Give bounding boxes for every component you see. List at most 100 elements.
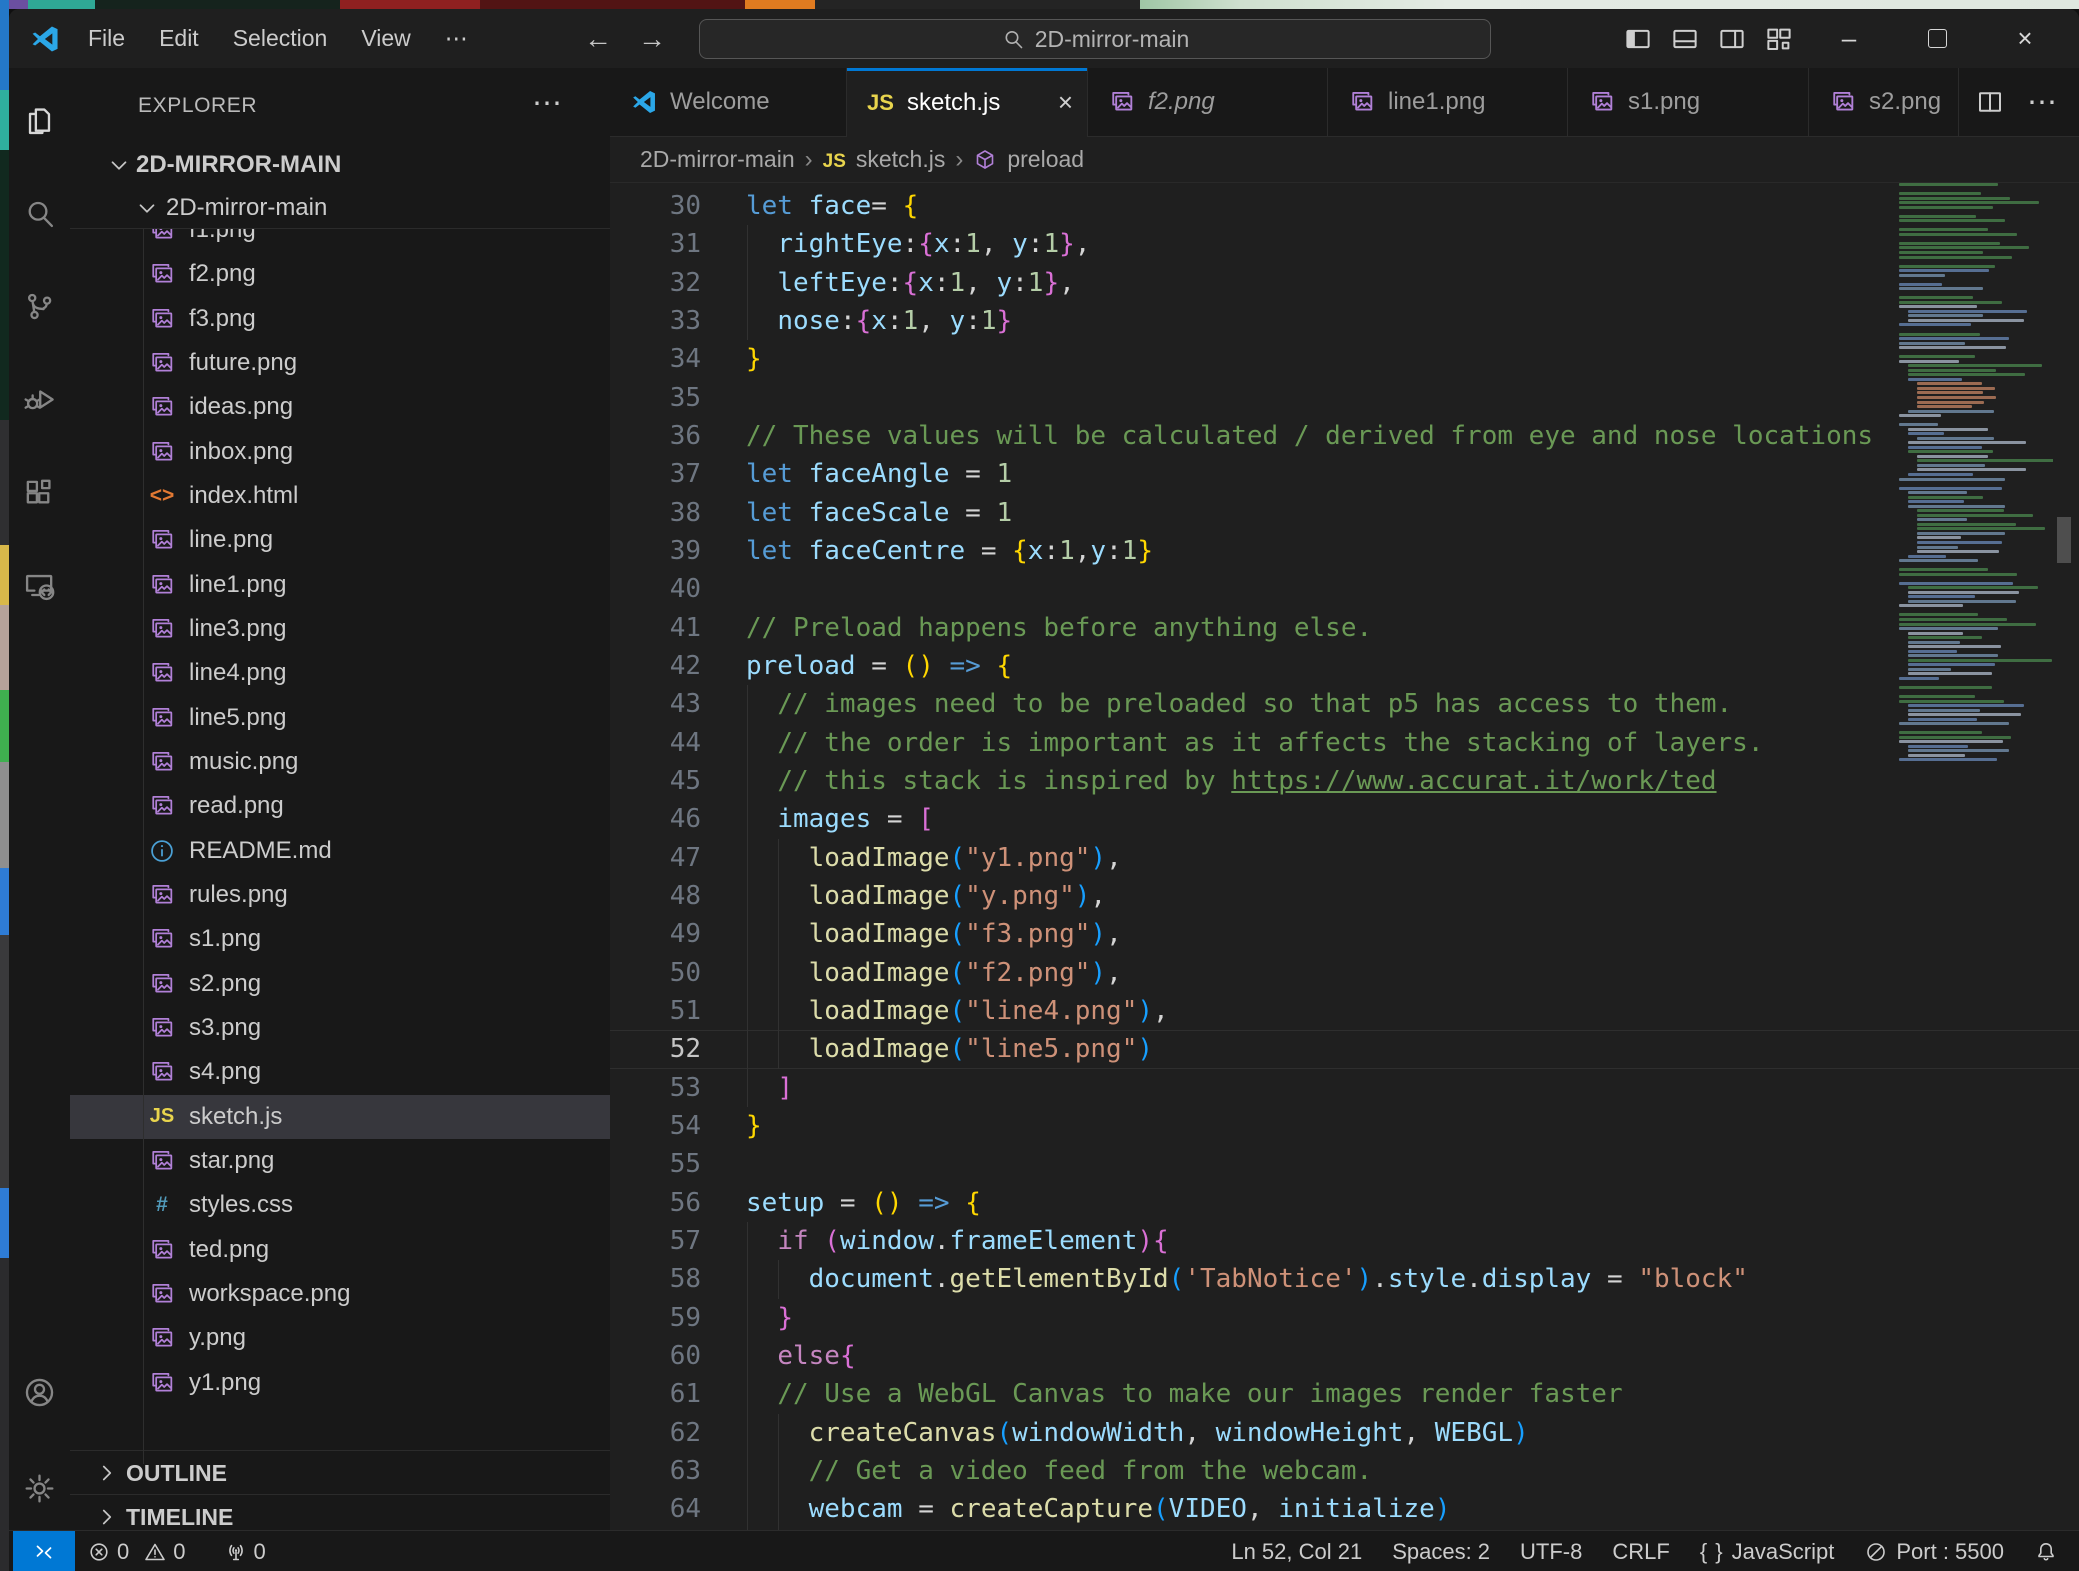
outline-section[interactable]: OUTLINE xyxy=(70,1450,610,1495)
code-line-54[interactable]: 54} xyxy=(610,1107,2079,1145)
breadcrumb-item[interactable]: 2D-mirror-main xyxy=(640,146,795,173)
activity-settings[interactable] xyxy=(9,1464,70,1512)
breadcrumb-item[interactable]: sketch.js xyxy=(856,146,945,173)
maximize-button[interactable] xyxy=(1897,9,1977,68)
ports-status[interactable]: 0 xyxy=(212,1539,278,1565)
back-icon[interactable]: ← xyxy=(584,23,612,55)
sidebar-item-f2-png[interactable]: f2.png xyxy=(70,252,610,296)
code-line-58[interactable]: 58 document.getElementById('TabNotice').… xyxy=(610,1260,2079,1298)
folder-item-2d-mirror-main[interactable]: 2D-mirror-main xyxy=(70,187,610,229)
toggle-primary-sidebar-icon[interactable] xyxy=(1623,24,1653,54)
status-cursor-position[interactable]: Ln 52, Col 21 xyxy=(1216,1539,1377,1565)
code-line-49[interactable]: 49 loadImage("f3.png"), xyxy=(610,915,2079,953)
code-line-41[interactable]: 41// Preload happens before anything els… xyxy=(610,609,2079,647)
split-editor-icon[interactable] xyxy=(1975,87,2005,117)
tab-welcome[interactable]: Welcome xyxy=(610,68,847,137)
code-line-44[interactable]: 44 // the order is important as it affec… xyxy=(610,724,2079,762)
code-line-38[interactable]: 38let faceScale = 1 xyxy=(610,494,2079,532)
remote-indicator[interactable] xyxy=(13,1531,75,1571)
sidebar-item-f1-png[interactable]: f1.png xyxy=(70,228,610,252)
code-line-53[interactable]: 53 ] xyxy=(610,1069,2079,1107)
close-button[interactable]: × xyxy=(1985,9,2065,68)
activity-run-debug[interactable] xyxy=(9,375,70,423)
code-line-55[interactable]: 55 xyxy=(610,1145,2079,1183)
code-line-32[interactable]: 32 leftEye:{x:1, y:1}, xyxy=(610,264,2079,302)
scrollbar-thumb[interactable] xyxy=(2057,517,2071,563)
tab-s2-png[interactable]: s2.png xyxy=(1809,68,1959,137)
status-language-mode[interactable]: { }JavaScript xyxy=(1685,1539,1850,1565)
sidebar-item-styles-css[interactable]: #styles.css xyxy=(70,1183,610,1227)
minimize-button[interactable]: – xyxy=(1809,9,1889,68)
status-notifications[interactable] xyxy=(2019,1540,2073,1564)
close-icon[interactable]: × xyxy=(1058,87,1073,118)
code-line-57[interactable]: 57 if (window.frameElement){ xyxy=(610,1222,2079,1260)
tab-line1-png[interactable]: line1.png xyxy=(1328,68,1568,137)
sidebar-item-f3-png[interactable]: f3.png xyxy=(70,297,610,341)
sidebar-item-readme-md[interactable]: README.md xyxy=(70,829,610,873)
activity-explorer[interactable] xyxy=(9,96,70,144)
sidebar-item-index-html[interactable]: <>index.html xyxy=(70,474,610,518)
breadcrumb-item[interactable]: preload xyxy=(1007,146,1084,173)
sidebar-item-music-png[interactable]: music.png xyxy=(70,740,610,784)
tab-s1-png[interactable]: s1.png xyxy=(1568,68,1809,137)
code-line-64[interactable]: 64 webcam = createCapture(VIDEO, initial… xyxy=(610,1490,2079,1528)
sidebar-item-line1-png[interactable]: line1.png xyxy=(70,563,610,607)
code-line-62[interactable]: 62 createCanvas(windowWidth, windowHeigh… xyxy=(610,1414,2079,1452)
status-encoding[interactable]: UTF-8 xyxy=(1505,1539,1597,1565)
code-line-31[interactable]: 31 rightEye:{x:1, y:1}, xyxy=(610,225,2079,263)
code-line-35[interactable]: 35 xyxy=(610,379,2079,417)
code-line-63[interactable]: 63 // Get a video feed from the webcam. xyxy=(610,1452,2079,1490)
sidebar-item-ted-png[interactable]: ted.png xyxy=(70,1228,610,1272)
sidebar-item-ideas-png[interactable]: ideas.png xyxy=(70,385,610,429)
menu-edit[interactable]: Edit xyxy=(142,19,216,58)
code-line-39[interactable]: 39let faceCentre = {x:1,y:1} xyxy=(610,532,2079,570)
code-line-52[interactable]: 52 loadImage("line5.png") xyxy=(610,1030,2079,1068)
code-line-61[interactable]: 61 // Use a WebGL Canvas to make our ima… xyxy=(610,1375,2079,1413)
code-line-42[interactable]: 42preload = () => { xyxy=(610,647,2079,685)
code-line-56[interactable]: 56setup = () => { xyxy=(610,1184,2079,1222)
activity-source-control[interactable] xyxy=(9,282,70,330)
code-line-30[interactable]: 30let face= { xyxy=(610,187,2079,225)
code-line-51[interactable]: 51 loadImage("line4.png"), xyxy=(610,992,2079,1030)
menu-selection[interactable]: Selection xyxy=(216,19,345,58)
sidebar-item-sketch-js[interactable]: JSsketch.js xyxy=(70,1095,610,1139)
forward-icon[interactable]: → xyxy=(638,23,666,55)
workspace-section-header[interactable]: 2D-MIRROR-MAIN xyxy=(70,143,610,187)
command-center-search[interactable]: 2D-mirror-main xyxy=(699,19,1491,59)
toggle-panel-icon[interactable] xyxy=(1670,24,1700,54)
code-line-47[interactable]: 47 loadImage("y1.png"), xyxy=(610,839,2079,877)
problems-status[interactable]: 00 xyxy=(75,1539,198,1565)
more-actions-icon[interactable]: ⋯ xyxy=(2027,85,2057,120)
activity-remote-explorer[interactable] xyxy=(9,561,70,609)
minimap[interactable] xyxy=(1893,183,2053,1530)
code-line-46[interactable]: 46 images = [ xyxy=(610,800,2079,838)
code-line-59[interactable]: 59 } xyxy=(610,1299,2079,1337)
activity-search[interactable] xyxy=(9,189,70,237)
menu-overflow-icon[interactable]: ⋯ xyxy=(428,19,485,58)
activity-accounts[interactable] xyxy=(9,1368,70,1416)
toggle-secondary-sidebar-icon[interactable] xyxy=(1717,24,1747,54)
code-line-34[interactable]: 34} xyxy=(610,340,2079,378)
code-line-48[interactable]: 48 loadImage("y.png"), xyxy=(610,877,2079,915)
code-editor[interactable]: 30let face= {31 rightEye:{x:1, y:1},32 l… xyxy=(610,183,2079,1534)
sidebar-item-rules-png[interactable]: rules.png xyxy=(70,873,610,917)
code-line-33[interactable]: 33 nose:{x:1, y:1} xyxy=(610,302,2079,340)
menu-view[interactable]: View xyxy=(344,19,427,58)
sidebar-item-read-png[interactable]: read.png xyxy=(70,784,610,828)
status-eol[interactable]: CRLF xyxy=(1597,1539,1684,1565)
code-line-43[interactable]: 43 // images need to be preloaded so tha… xyxy=(610,685,2079,723)
sidebar-item-s1-png[interactable]: s1.png xyxy=(70,917,610,961)
code-line-60[interactable]: 60 else{ xyxy=(610,1337,2079,1375)
sidebar-item-line4-png[interactable]: line4.png xyxy=(70,651,610,695)
code-line-50[interactable]: 50 loadImage("f2.png"), xyxy=(610,954,2079,992)
status-port-forward[interactable]: Port : 5500 xyxy=(1849,1539,2019,1565)
sidebar-item-y1-png[interactable]: y1.png xyxy=(70,1361,610,1405)
sidebar-item-s4-png[interactable]: s4.png xyxy=(70,1050,610,1094)
sidebar-item-s3-png[interactable]: s3.png xyxy=(70,1006,610,1050)
code-line-36[interactable]: 36// These values will be calculated / d… xyxy=(610,417,2079,455)
customize-layout-icon[interactable] xyxy=(1764,24,1794,54)
sidebar-item-inbox-png[interactable]: inbox.png xyxy=(70,430,610,474)
code-line-45[interactable]: 45 // this stack is inspired by https://… xyxy=(610,762,2079,800)
timeline-section[interactable]: TIMELINE xyxy=(70,1494,610,1530)
sidebar-item-future-png[interactable]: future.png xyxy=(70,341,610,385)
